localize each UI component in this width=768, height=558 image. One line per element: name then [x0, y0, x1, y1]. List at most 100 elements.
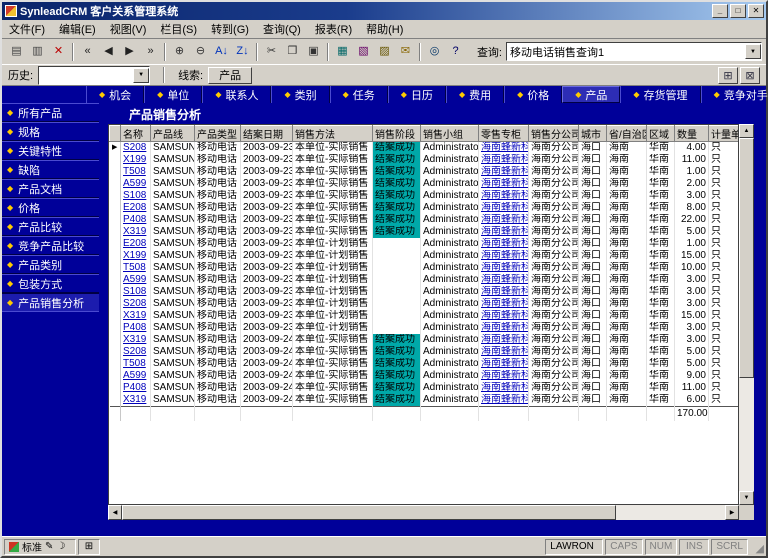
column-header[interactable]: 计量单位	[709, 126, 740, 142]
new-record-button[interactable]: ▤	[6, 42, 27, 62]
cell-counter[interactable]: 海南蜂新科	[479, 190, 529, 202]
cell-name[interactable]: T508	[121, 262, 151, 274]
column-header[interactable]: 结案日期	[241, 126, 293, 142]
cell-name[interactable]: S208	[121, 142, 151, 155]
menu-item[interactable]: 栏目(S)	[153, 19, 204, 39]
scroll-down-button[interactable]: ▼	[739, 491, 754, 505]
vertical-scroll-thumb[interactable]	[739, 138, 754, 378]
menu-item[interactable]: 报表(R)	[308, 19, 359, 39]
cell-counter[interactable]: 海南蜂新科	[479, 298, 529, 310]
cell-name[interactable]: T508	[121, 166, 151, 178]
column-header[interactable]: 产品线	[151, 126, 195, 142]
column-header[interactable]: 产品类型	[195, 126, 241, 142]
table-row[interactable]: S208SAMSUNG移动电话2003-09-24本单位-实际销售结案成功Adm…	[110, 346, 740, 358]
table-row[interactable]: E208SAMSUNG移动电话2003-09-23本单位-计划销售Adminis…	[110, 238, 740, 250]
tab-item[interactable]: ◆竞争对手	[701, 86, 768, 103]
delete-record-button[interactable]: ✕	[48, 42, 69, 62]
tab-item[interactable]: ◆单位	[144, 86, 202, 103]
vertical-scrollbar[interactable]: ▲ ▼	[739, 124, 754, 505]
cell-counter[interactable]: 海南蜂新科	[479, 274, 529, 286]
horizontal-scroll-track[interactable]	[122, 505, 725, 520]
cell-name[interactable]: X319	[121, 310, 151, 322]
table-row[interactable]: E208SAMSUNG移动电话2003-09-23本单位-实际销售结案成功Adm…	[110, 202, 740, 214]
table-row[interactable]: A599SAMSUNG移动电话2003-09-23本单位-计划销售Adminis…	[110, 274, 740, 286]
cell-counter[interactable]: 海南蜂新科	[479, 370, 529, 382]
mail-button[interactable]: ✉	[395, 42, 416, 62]
close-button[interactable]: ✕	[748, 4, 764, 18]
cell-counter[interactable]: 海南蜂新科	[479, 238, 529, 250]
table-row[interactable]: X319SAMSUNG移动电话2003-09-24本单位-实际销售结案成功Adm…	[110, 394, 740, 407]
table-row[interactable]: S108SAMSUNG移动电话2003-09-23本单位-计划销售Adminis…	[110, 286, 740, 298]
cell-name[interactable]: S208	[121, 346, 151, 358]
cell-counter[interactable]: 海南蜂新科	[479, 346, 529, 358]
menu-item[interactable]: 编辑(E)	[52, 19, 103, 39]
cell-counter[interactable]: 海南蜂新科	[479, 358, 529, 370]
menu-item[interactable]: 查询(Q)	[256, 19, 308, 39]
cell-counter[interactable]: 海南蜂新科	[479, 250, 529, 262]
column-header[interactable]: 销售小组	[421, 126, 479, 142]
cell-counter[interactable]: 海南蜂新科	[479, 394, 529, 407]
cell-counter[interactable]: 海南蜂新科	[479, 166, 529, 178]
cell-name[interactable]: E208	[121, 238, 151, 250]
column-header[interactable]: 城市	[579, 126, 607, 142]
cell-counter[interactable]: 海南蜂新科	[479, 214, 529, 226]
cell-name[interactable]: P408	[121, 382, 151, 394]
window-tile-button[interactable]: ⊞	[718, 67, 738, 84]
cell-counter[interactable]: 海南蜂新科	[479, 286, 529, 298]
table-row[interactable]: A599SAMSUNG移动电话2003-09-24本单位-实际销售结案成功Adm…	[110, 370, 740, 382]
tab-item[interactable]: ◆联系人	[202, 86, 271, 103]
zoom-out-button[interactable]: ⊖	[190, 42, 211, 62]
table-row[interactable]: P408SAMSUNG移动电话2003-09-23本单位-实际销售结案成功Adm…	[110, 214, 740, 226]
cell-name[interactable]: P408	[121, 214, 151, 226]
maximize-button[interactable]: □	[730, 4, 746, 18]
chevron-down-icon[interactable]: ▼	[133, 68, 149, 83]
column-header[interactable]: 名称	[121, 126, 151, 142]
table-row[interactable]: S208SAMSUNG移动电话2003-09-23本单位-计划销售Adminis…	[110, 298, 740, 310]
horizontal-scroll-thumb[interactable]	[122, 505, 616, 520]
cell-name[interactable]: A599	[121, 274, 151, 286]
menu-item[interactable]: 帮助(H)	[359, 19, 410, 39]
sort-descending-button[interactable]: Z↓	[232, 42, 253, 62]
tab-item[interactable]: ◆费用	[446, 86, 504, 103]
scroll-right-button[interactable]: ▶	[725, 505, 739, 520]
column-header[interactable]: 销售阶段	[373, 126, 421, 142]
help-button[interactable]: ?	[445, 42, 466, 62]
cell-counter[interactable]: 海南蜂新科	[479, 154, 529, 166]
pencil-icon[interactable]: ✎	[45, 541, 53, 552]
table-row[interactable]: X319SAMSUNG移动电话2003-09-24本单位-实际销售结案成功Adm…	[110, 334, 740, 346]
sidebar-item[interactable]: ◆所有产品	[2, 103, 99, 122]
column-header[interactable]: 省/自治区	[607, 126, 647, 142]
history-combobox[interactable]: ▼	[38, 66, 150, 85]
last-record-button[interactable]: »	[140, 42, 161, 62]
sidebar-item[interactable]: ◆产品文档	[2, 179, 99, 198]
table-row[interactable]: X199SAMSUNG移动电话2003-09-23本单位-实际销售结案成功Adm…	[110, 154, 740, 166]
cell-name[interactable]: A599	[121, 178, 151, 190]
horizontal-scrollbar[interactable]: ◀ ▶	[108, 505, 739, 520]
cell-counter[interactable]: 海南蜂新科	[479, 142, 529, 155]
table-row[interactable]: ▶S208SAMSUNG移动电话2003-09-23本单位-实际销售结案成功Ad…	[110, 142, 740, 155]
cell-name[interactable]: X199	[121, 154, 151, 166]
tab-item[interactable]: ◆价格	[504, 86, 562, 103]
menu-item[interactable]: 文件(F)	[2, 19, 52, 39]
cell-name[interactable]: T508	[121, 358, 151, 370]
table-row[interactable]: X319SAMSUNG移动电话2003-09-23本单位-计划销售Adminis…	[110, 310, 740, 322]
ime-indicator[interactable]: ⊞	[78, 539, 100, 555]
moon-icon[interactable]: ☽	[56, 541, 65, 552]
sidebar-item[interactable]: ◆缺陷	[2, 160, 99, 179]
column-header[interactable]: 零售专柜	[479, 126, 529, 142]
sidebar-item[interactable]: ◆产品销售分析	[2, 293, 99, 312]
vertical-scroll-track[interactable]	[739, 138, 754, 491]
cell-counter[interactable]: 海南蜂新科	[479, 334, 529, 346]
cut-button[interactable]: ✂	[261, 42, 282, 62]
cell-counter[interactable]: 海南蜂新科	[479, 322, 529, 334]
table-row[interactable]: P408SAMSUNG移动电话2003-09-24本单位-实际销售结案成功Adm…	[110, 382, 740, 394]
table-row[interactable]: T508SAMSUNG移动电话2003-09-23本单位-计划销售Adminis…	[110, 262, 740, 274]
tab-item[interactable]: ◆日历	[388, 86, 446, 103]
minimize-button[interactable]: _	[712, 4, 728, 18]
cell-name[interactable]: E208	[121, 202, 151, 214]
first-record-button[interactable]: «	[77, 42, 98, 62]
find-button[interactable]: ◎	[424, 42, 445, 62]
query-combobox[interactable]: 移动电话销售查询1 ▼	[506, 42, 762, 61]
sidebar-item[interactable]: ◆规格	[2, 122, 99, 141]
cell-name[interactable]: X319	[121, 394, 151, 407]
